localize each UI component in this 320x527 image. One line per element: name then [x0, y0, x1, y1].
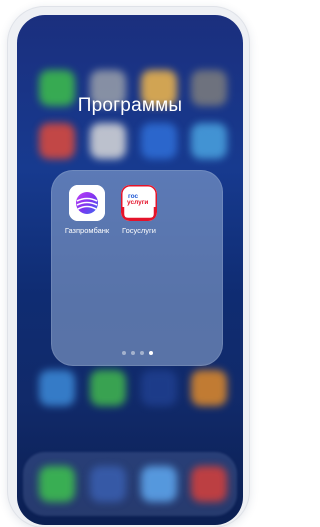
page-dot[interactable]	[130, 351, 135, 355]
app-folder[interactable]: Газпромбанк гос услуги Госуслуги	[51, 170, 223, 366]
blurred-app-icon	[141, 123, 177, 159]
folder-title: Программы	[77, 95, 183, 116]
blurred-app-icon	[90, 123, 126, 159]
app-gazprombank[interactable]: Газпромбанк	[61, 185, 113, 235]
blurred-app-icon	[191, 370, 227, 406]
gosuslugi-icon-text-bottom: услуги	[127, 199, 149, 206]
blurred-phone-icon	[39, 466, 75, 502]
blurred-app-icon	[141, 370, 177, 406]
blurred-app-icon	[141, 466, 177, 502]
blurred-app-icon	[90, 466, 126, 502]
blurred-app-icon	[39, 370, 75, 406]
blurred-app-icon	[191, 466, 227, 502]
blurred-app-icon	[39, 123, 75, 159]
page-indicator[interactable]	[51, 351, 223, 355]
gazprombank-icon	[69, 185, 105, 221]
app-label: Госуслуги	[122, 226, 156, 235]
app-label: Газпромбанк	[64, 226, 110, 235]
page-dot[interactable]	[139, 351, 144, 355]
app-gosuslugi[interactable]: гос услуги Госуслуги	[113, 185, 165, 235]
page-dot-active[interactable]	[148, 351, 153, 355]
blurred-app-icon	[90, 370, 126, 406]
gosuslugi-icon: гос услуги	[121, 185, 157, 221]
page-dot[interactable]	[121, 351, 126, 355]
home-screen: Программы Газпромбанк гос услуги Госуслу…	[17, 15, 243, 525]
blurred-app-icon	[191, 123, 227, 159]
